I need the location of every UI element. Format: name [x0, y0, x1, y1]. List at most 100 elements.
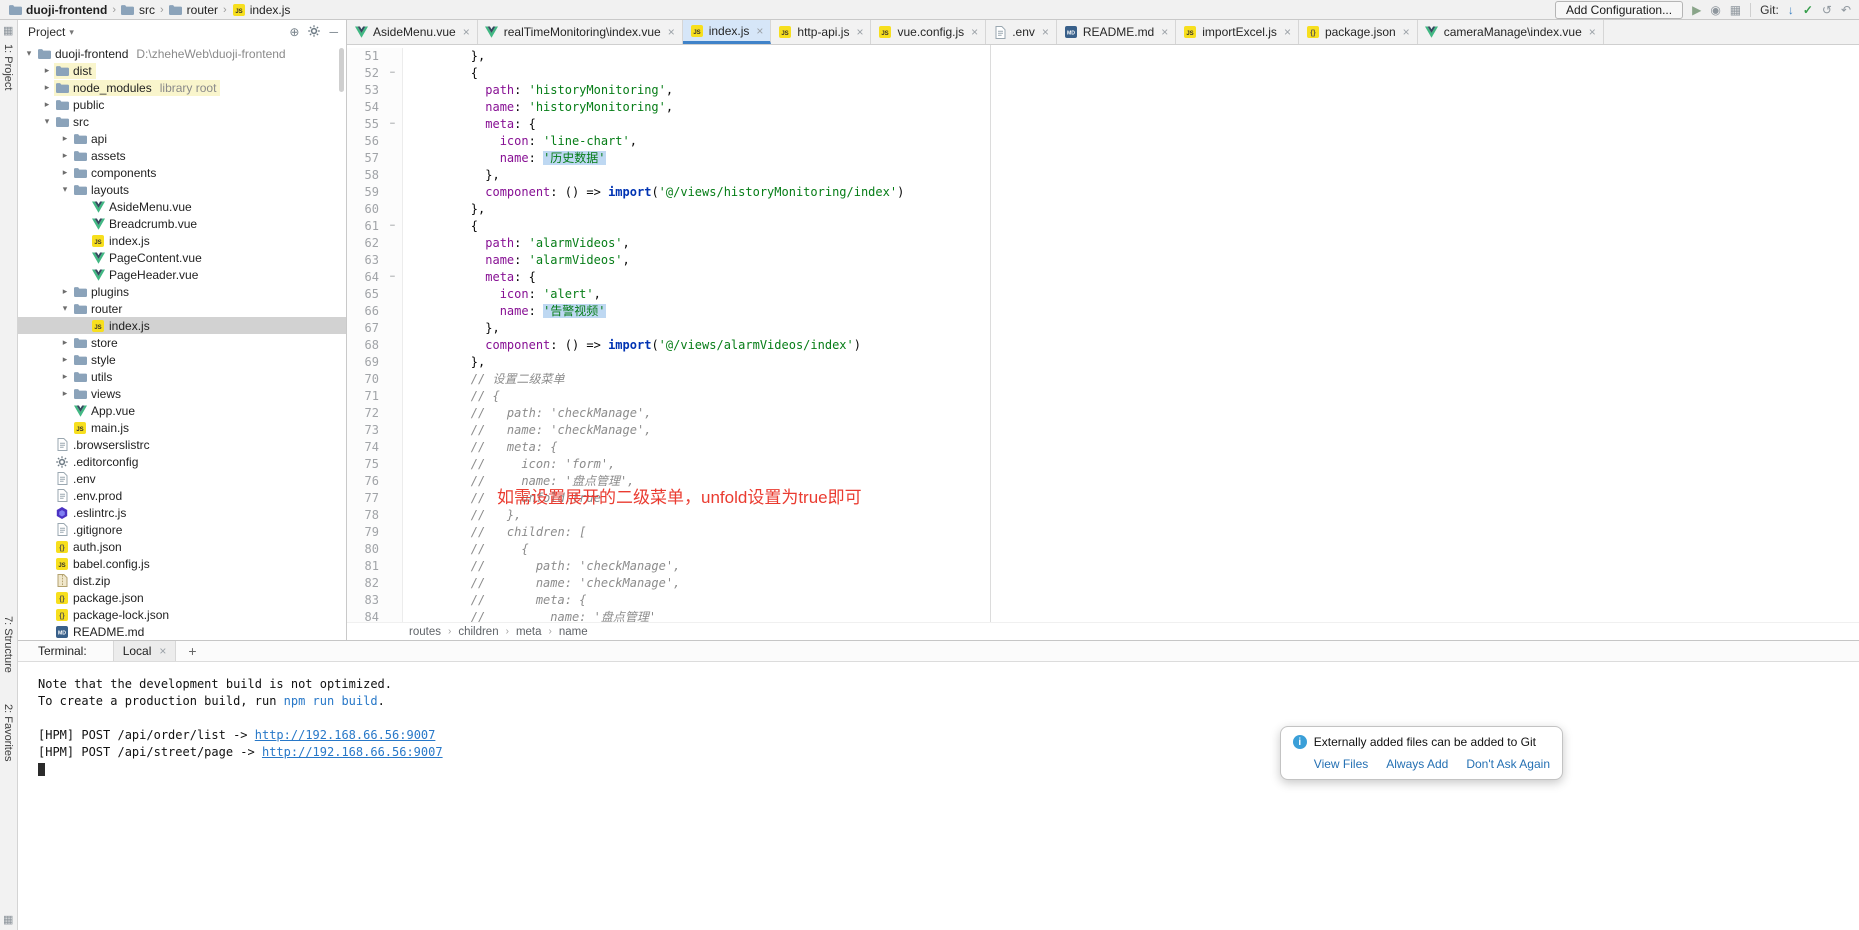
tree-item-duoji-frontend[interactable]: ▾duoji-frontendD:\zheheWeb\duoji-fronten…	[18, 45, 346, 62]
chevron-collapsed-icon[interactable]: ▸	[40, 99, 54, 110]
chevron-collapsed-icon[interactable]: ▸	[58, 133, 72, 144]
tool-windows-icon[interactable]: ▦	[3, 24, 13, 37]
notification-action-view-files[interactable]: View Files	[1314, 757, 1368, 771]
breadcrumb-item-index.js[interactable]: JSindex.js	[232, 3, 291, 17]
tab-AsideMenu.vue[interactable]: AsideMenu.vue×	[347, 20, 478, 44]
project-tool-button[interactable]: 1: Project	[2, 44, 14, 90]
tree-item-utils[interactable]: ▸utils	[18, 368, 346, 385]
tree-item-style[interactable]: ▸style	[18, 351, 346, 368]
tree-item-.env.prod[interactable]: .env.prod	[18, 487, 346, 504]
editor-breadcrumb-children[interactable]: children	[458, 626, 498, 638]
fold-icon[interactable]: −	[383, 269, 403, 286]
notification-action-always-add[interactable]: Always Add	[1386, 757, 1448, 771]
locate-file-icon[interactable]: ⊕	[289, 26, 299, 38]
tree-item-src[interactable]: ▾src	[18, 113, 346, 130]
tree-item-views[interactable]: ▸views	[18, 385, 346, 402]
tree-item-package.json[interactable]: {}package.json	[18, 589, 346, 606]
tree-item-store[interactable]: ▸store	[18, 334, 346, 351]
tree-item-PageHeader.vue[interactable]: PageHeader.vue	[18, 266, 346, 283]
debug-icon[interactable]: ◉	[1710, 4, 1720, 16]
tree-item-AsideMenu.vue[interactable]: AsideMenu.vue	[18, 198, 346, 215]
tab-vue.config.js[interactable]: JSvue.config.js×	[871, 20, 986, 44]
tree-item-.eslintrc.js[interactable]: .eslintrc.js	[18, 504, 346, 521]
chevron-expanded-icon[interactable]: ▾	[40, 116, 54, 127]
chevron-expanded-icon[interactable]: ▾	[58, 303, 72, 314]
tree-item-.gitignore[interactable]: .gitignore	[18, 521, 346, 538]
tree-item-api[interactable]: ▸api	[18, 130, 346, 147]
git-rollback-icon[interactable]: ↶	[1841, 4, 1851, 16]
chevron-collapsed-icon[interactable]: ▸	[58, 286, 72, 297]
terminal-link[interactable]: http://192.168.66.56:9007	[255, 728, 436, 742]
tab-http-api.js[interactable]: JShttp-api.js×	[771, 20, 871, 44]
tree-item-node_modules[interactable]: ▸node_moduleslibrary root	[18, 79, 346, 96]
editor-breadcrumb-meta[interactable]: meta	[516, 626, 542, 638]
git-history-icon[interactable]: ↺	[1822, 4, 1832, 16]
settings-gear-icon[interactable]	[308, 25, 320, 39]
tree-item-Breadcrumb.vue[interactable]: Breadcrumb.vue	[18, 215, 346, 232]
tab-close-icon[interactable]: ×	[856, 25, 863, 39]
chevron-collapsed-icon[interactable]: ▸	[58, 150, 72, 161]
tab-close-icon[interactable]: ×	[1403, 25, 1410, 39]
tab-package.json[interactable]: {}package.json×	[1299, 20, 1418, 44]
notification-action-don-t-ask-again[interactable]: Don't Ask Again	[1466, 757, 1550, 771]
chevron-collapsed-icon[interactable]: ▸	[58, 388, 72, 399]
fold-icon[interactable]: −	[383, 218, 403, 235]
chevron-collapsed-icon[interactable]: ▸	[58, 167, 72, 178]
tree-item-router[interactable]: ▾router	[18, 300, 346, 317]
chevron-collapsed-icon[interactable]: ▸	[58, 371, 72, 382]
tree-item-dist.zip[interactable]: dist.zip	[18, 572, 346, 589]
tab-close-icon[interactable]: ×	[1042, 25, 1049, 39]
tab-cameraManage\index.vue[interactable]: cameraManage\index.vue×	[1418, 20, 1604, 44]
fold-icon[interactable]: −	[383, 65, 403, 82]
tree-item-babel.config.js[interactable]: JSbabel.config.js	[18, 555, 346, 572]
terminal-tab-local[interactable]: Local ×	[113, 641, 177, 661]
terminal-output[interactable]: Note that the development build is not o…	[18, 662, 1859, 930]
breadcrumb-item-duoji-frontend[interactable]: duoji-frontend	[8, 3, 107, 17]
run-icon[interactable]: ▶	[1692, 4, 1701, 16]
tab-close-icon[interactable]: ×	[668, 25, 675, 39]
tree-item-assets[interactable]: ▸assets	[18, 147, 346, 164]
fold-icon[interactable]: −	[383, 116, 403, 133]
tree-item-public[interactable]: ▸public	[18, 96, 346, 113]
favorites-tool-button[interactable]: 2: Favorites	[2, 704, 14, 761]
tab-index.js[interactable]: JSindex.js×	[683, 20, 772, 44]
tree-item-components[interactable]: ▸components	[18, 164, 346, 181]
breadcrumb-item-router[interactable]: router	[169, 3, 218, 17]
editor-breadcrumb-routes[interactable]: routes	[409, 626, 441, 638]
project-scrollbar-thumb[interactable]	[339, 48, 344, 92]
tab-README.md[interactable]: MDREADME.md×	[1057, 20, 1176, 44]
add-configuration-button[interactable]: Add Configuration...	[1555, 1, 1683, 19]
tab-importExcel.js[interactable]: JSimportExcel.js×	[1176, 20, 1299, 44]
tab-close-icon[interactable]: ×	[463, 25, 470, 39]
git-update-icon[interactable]: ↓	[1788, 4, 1794, 16]
terminal-link[interactable]: http://192.168.66.56:9007	[262, 745, 443, 759]
tree-item-index.js[interactable]: JSindex.js	[18, 232, 346, 249]
chevron-collapsed-icon[interactable]: ▸	[58, 354, 72, 365]
tree-item-layouts[interactable]: ▾layouts	[18, 181, 346, 198]
tab-close-icon[interactable]: ×	[1589, 25, 1596, 39]
terminal-corner-icon[interactable]: ▦	[3, 913, 13, 926]
tree-item-PageContent.vue[interactable]: PageContent.vue	[18, 249, 346, 266]
chevron-collapsed-icon[interactable]: ▸	[58, 337, 72, 348]
hide-panel-icon[interactable]: ─	[329, 26, 338, 38]
tree-item-dist[interactable]: ▸dist	[18, 62, 346, 79]
tree-item-auth.json[interactable]: {}auth.json	[18, 538, 346, 555]
tree-item-plugins[interactable]: ▸plugins	[18, 283, 346, 300]
tab-close-icon[interactable]: ×	[1161, 25, 1168, 39]
chevron-expanded-icon[interactable]: ▾	[22, 48, 36, 59]
tree-item-package-lock.json[interactable]: {}package-lock.json	[18, 606, 346, 623]
tree-item-App.vue[interactable]: App.vue	[18, 402, 346, 419]
tab-close-icon[interactable]: ×	[159, 644, 166, 658]
tab-close-icon[interactable]: ×	[756, 24, 763, 38]
git-commit-icon[interactable]: ✓	[1803, 4, 1813, 16]
chevron-collapsed-icon[interactable]: ▸	[40, 82, 54, 93]
tab-realTimeMonitoring\index.vue[interactable]: realTimeMonitoring\index.vue×	[478, 20, 683, 44]
chevron-expanded-icon[interactable]: ▾	[58, 184, 72, 195]
profiler-icon[interactable]: ▦	[1730, 4, 1741, 16]
editor-breadcrumb-name[interactable]: name	[559, 626, 588, 638]
breadcrumb-item-src[interactable]: src	[121, 3, 155, 17]
tree-item-README.md[interactable]: MDREADME.md	[18, 623, 346, 640]
tab-close-icon[interactable]: ×	[971, 25, 978, 39]
tab-close-icon[interactable]: ×	[1284, 25, 1291, 39]
new-terminal-icon[interactable]: +	[188, 643, 196, 659]
